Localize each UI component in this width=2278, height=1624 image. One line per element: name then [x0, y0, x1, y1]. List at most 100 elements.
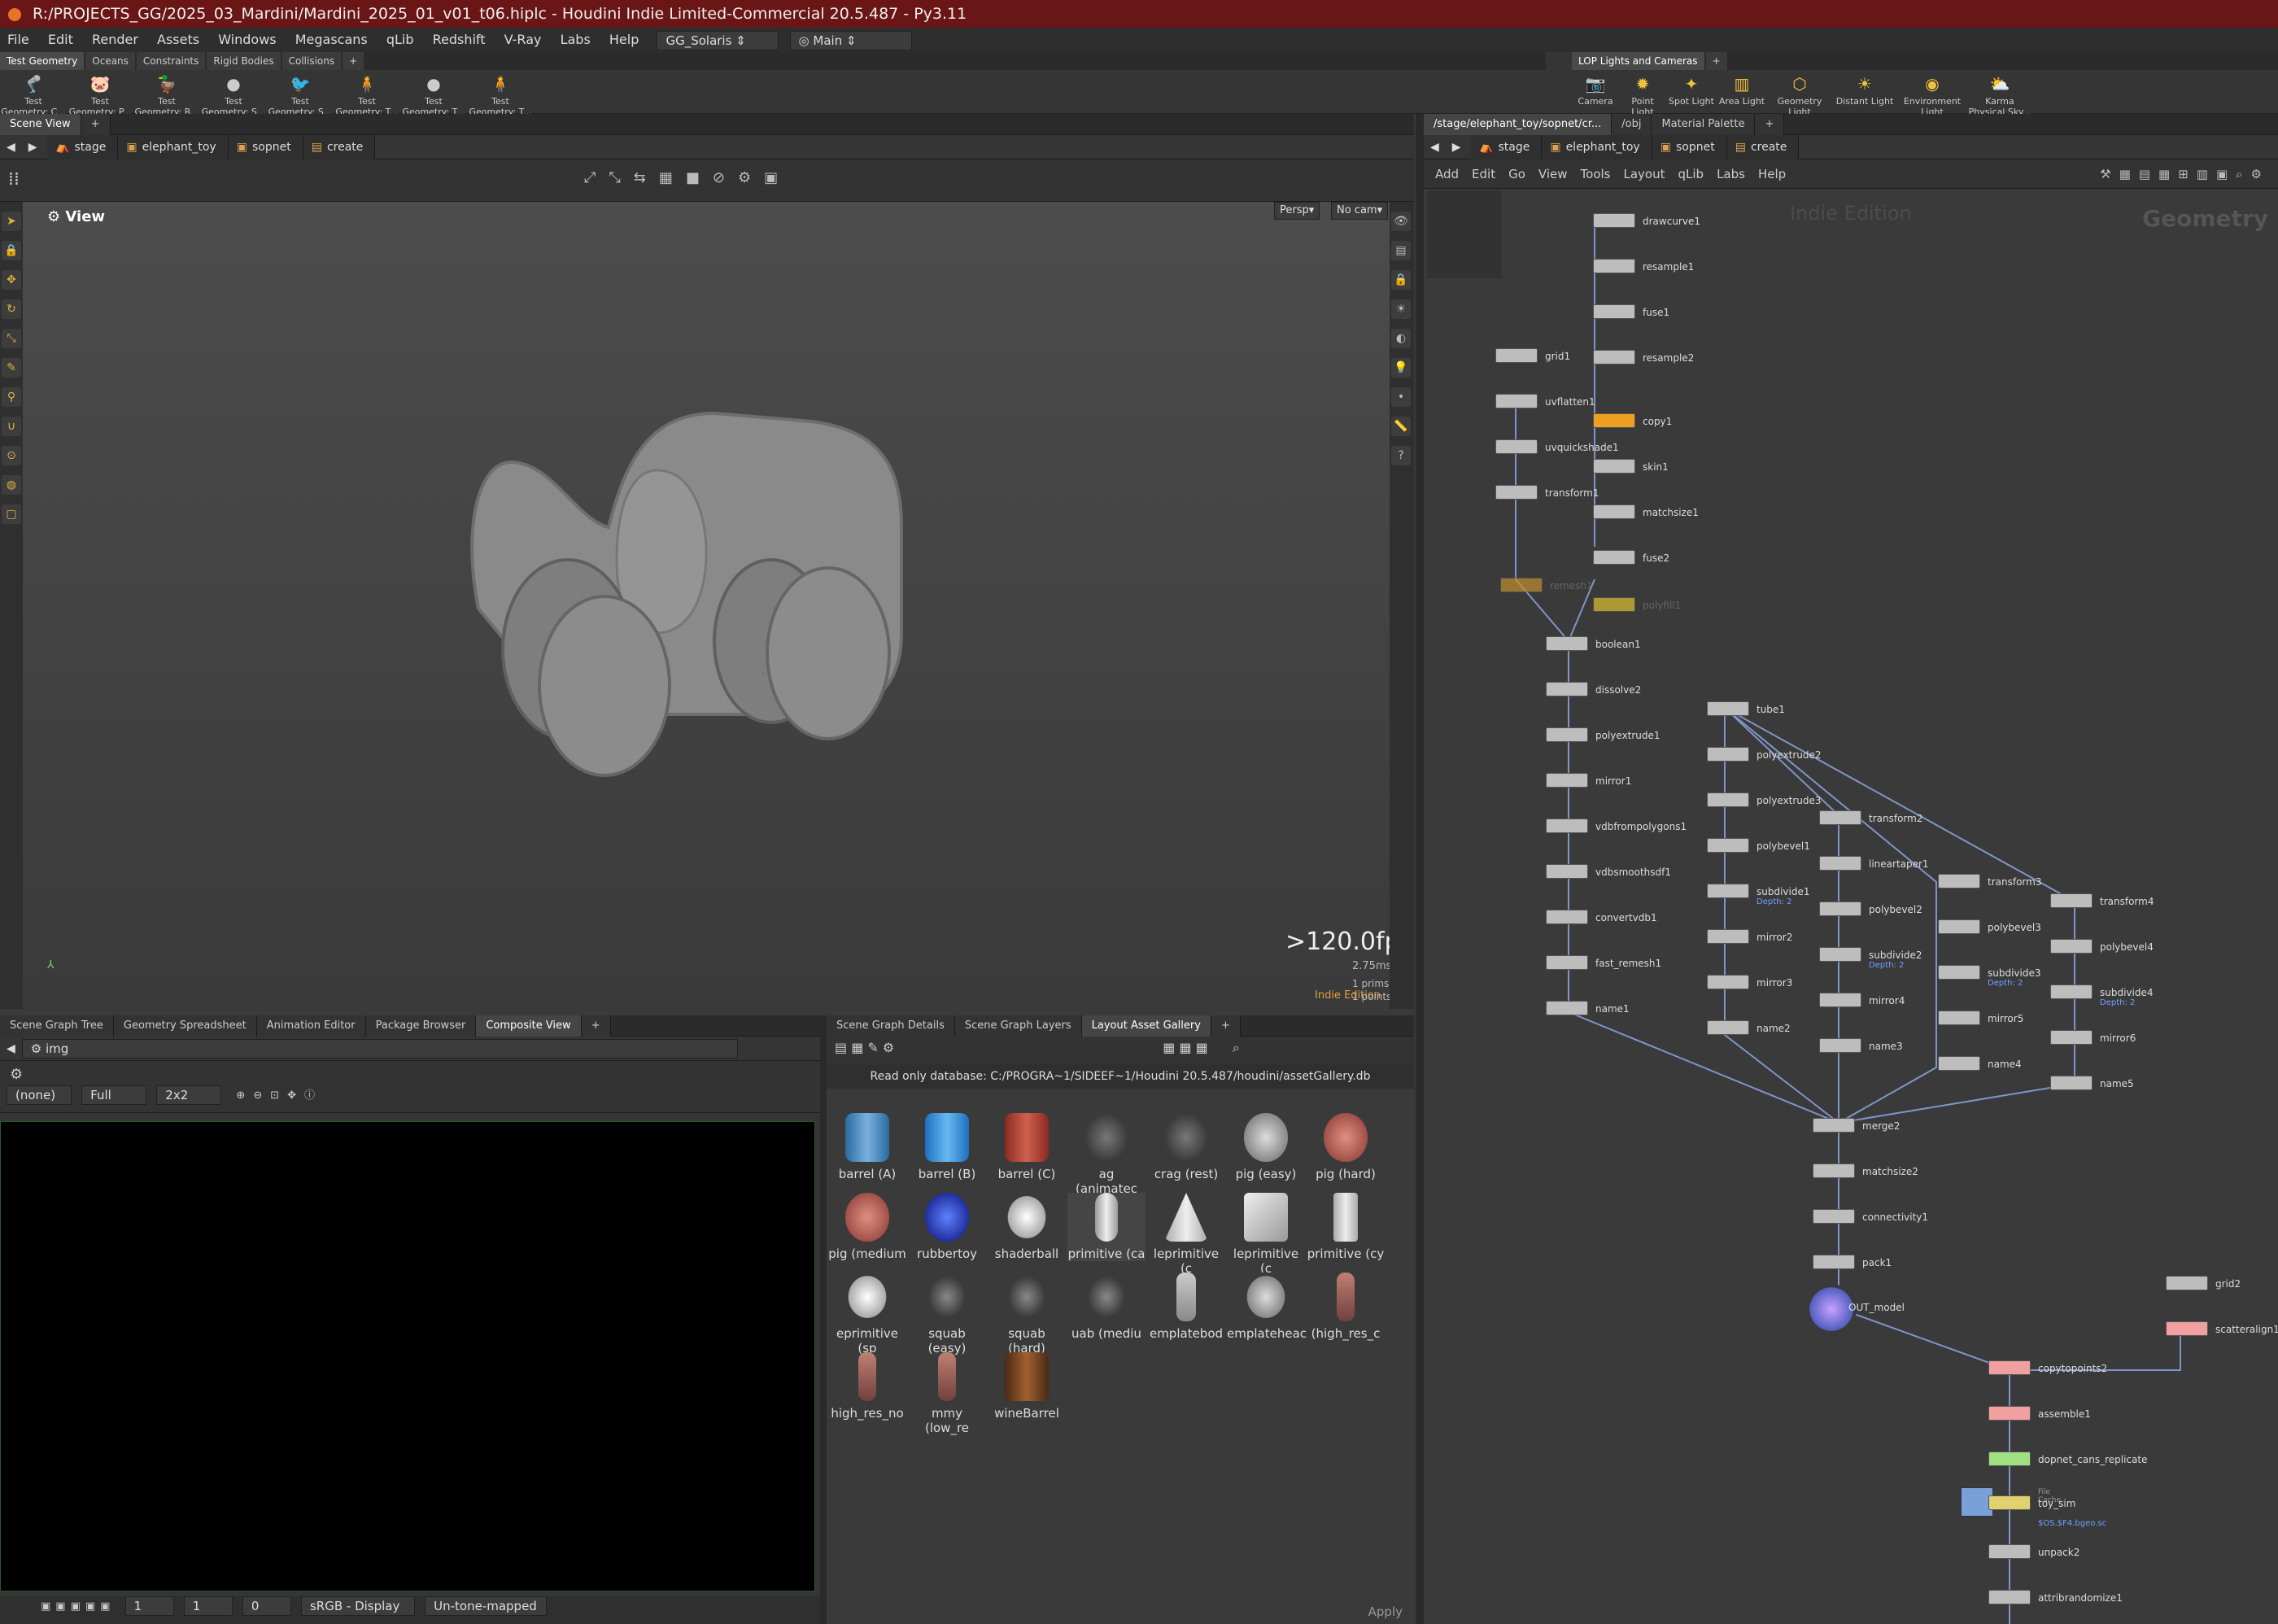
shelf-tool-area-light[interactable]: ▥ Area Light: [1717, 70, 1767, 107]
asset-item[interactable]: primitive (cy: [1307, 1193, 1385, 1261]
asset-item[interactable]: high_res_no: [828, 1352, 906, 1421]
node-polyextrude1[interactable]: polyextrude1: [1546, 727, 1660, 742]
node-polyfill1[interactable]: polyfill1: [1593, 597, 1681, 612]
scale-tool-icon[interactable]: ⤡: [2, 329, 21, 348]
asset-item[interactable]: barrel (C): [988, 1113, 1066, 1181]
shading-icon[interactable]: ◐: [1391, 329, 1411, 348]
tab-scene-graph-layers[interactable]: Scene Graph Layers: [954, 1015, 1082, 1037]
asset-item[interactable]: (high_res_c: [1307, 1273, 1385, 1341]
asset-item[interactable]: mmy (low_re: [908, 1352, 986, 1435]
node-transform1[interactable]: transform1: [1495, 485, 1599, 500]
node-mirror6[interactable]: mirror6: [2050, 1030, 2136, 1045]
shelf-tool[interactable]: ● Test Geometry: T...: [400, 70, 467, 117]
context-select[interactable]: ◎ Main ⇕: [789, 30, 912, 50]
lock-camera-icon[interactable]: 🔒: [1391, 270, 1411, 290]
net-menu-view[interactable]: View: [1532, 167, 1574, 181]
gear-icon[interactable]: ⚙: [0, 1061, 33, 1088]
node-subdivide1[interactable]: subdivide1 Depth: 2: [1707, 884, 1810, 906]
shelf-tool-environment-light[interactable]: ◉ Environment Light: [1897, 70, 1967, 117]
node-attribrandomize1[interactable]: attribrandomize1: [1988, 1590, 2123, 1604]
net-menu-edit[interactable]: Edit: [1465, 167, 1502, 181]
render-region-icon[interactable]: ▢: [2, 504, 21, 524]
breadcrumb-sopnet[interactable]: ▣ sopnet: [228, 135, 303, 159]
net-menu-go[interactable]: Go: [1502, 167, 1532, 181]
shelf-tool-geometry-light[interactable]: ⬡ Geometry Light: [1767, 70, 1832, 117]
tab-package-browser[interactable]: Package Browser: [365, 1015, 477, 1037]
node-matchsize2[interactable]: matchsize2: [1813, 1163, 1918, 1178]
node-mirror1[interactable]: mirror1: [1546, 773, 1631, 788]
back-arrow-icon[interactable]: ◀: [0, 1042, 22, 1055]
node-resample2[interactable]: resample2: [1593, 350, 1694, 365]
node-mirror3[interactable]: mirror3: [1707, 975, 1792, 989]
display-options-icon[interactable]: ▤: [1391, 241, 1411, 260]
eye-icon[interactable]: 👁: [1391, 212, 1411, 231]
apply-button[interactable]: Apply: [1368, 1604, 1403, 1619]
net-breadcrumb-stage[interactable]: ⛺ stage: [1471, 135, 1543, 159]
view-mode-icons[interactable]: ▦ ▦ ▦: [1163, 1040, 1208, 1055]
node-resample1[interactable]: resample1: [1593, 259, 1694, 273]
node-toy-sim[interactable]: File Cache toy_sim $OS.$F4.bgeo.sc: [1988, 1488, 2106, 1528]
menu-file[interactable]: File: [0, 32, 37, 47]
tab-obj[interactable]: /obj: [1612, 114, 1652, 135]
net-menu-add[interactable]: Add: [1429, 167, 1465, 181]
shelf-tool-karma-sky[interactable]: ⛅ Karma Physical Sky...: [1967, 70, 2032, 117]
frame-field[interactable]: 1: [124, 1596, 174, 1616]
lock-icon[interactable]: 🔒: [2, 241, 21, 260]
net-menu-labs[interactable]: Labs: [1710, 167, 1752, 181]
tab-scene-graph-details[interactable]: Scene Graph Details: [827, 1015, 955, 1037]
node-drawcurve1[interactable]: drawcurve1: [1593, 213, 1700, 228]
asset-item[interactable]: wineBarrel: [988, 1352, 1066, 1421]
node-name5[interactable]: name5: [2050, 1076, 2134, 1090]
node-dopnet-cans-replicate[interactable]: dopnet_cans_replicate: [1988, 1452, 2147, 1466]
select-tool-icon[interactable]: ➤: [2, 212, 21, 231]
net-menu-tools[interactable]: Tools: [1574, 167, 1617, 181]
menu-qlib[interactable]: qLib: [379, 32, 421, 47]
node-mirror2[interactable]: mirror2: [1707, 929, 1792, 944]
shelf-tool-point-light[interactable]: ✹ Point Light: [1619, 70, 1666, 117]
node-lineartaper1[interactable]: lineartaper1: [1819, 856, 1929, 871]
node-subdivide4[interactable]: subdivide4 Depth: 2: [2050, 984, 2154, 1007]
forward-arrow-icon[interactable]: ▶: [22, 141, 44, 154]
shelf-tab-oceans[interactable]: Oceans: [85, 52, 135, 70]
node-pack1[interactable]: pack1: [1813, 1255, 1892, 1269]
node-polybevel3[interactable]: polybevel3: [1938, 919, 2041, 934]
add-shelf-tab-button[interactable]: +: [343, 52, 364, 70]
net-breadcrumb-create[interactable]: ▤ create: [1726, 135, 1800, 159]
node-polybevel4[interactable]: polybevel4: [2050, 939, 2154, 954]
net-menu-layout[interactable]: Layout: [1617, 167, 1671, 181]
node-uvflatten1[interactable]: uvflatten1: [1495, 394, 1595, 408]
breadcrumb-elephant-toy[interactable]: ▣ elephant_toy: [118, 135, 229, 159]
back-arrow-icon[interactable]: ◀: [0, 141, 22, 154]
tab-animation-editor[interactable]: Animation Editor: [256, 1015, 366, 1037]
asset-item[interactable]: pig (medium: [828, 1193, 906, 1261]
asset-item[interactable]: primitive (ca: [1067, 1193, 1146, 1261]
asset-tool-icons[interactable]: ▤ ▦ ✎ ⚙: [835, 1040, 894, 1055]
network-view-icons[interactable]: ⚒▦▤▦⊞▥▣⌕⚙: [2100, 159, 2270, 189]
pane-divider[interactable]: [820, 1015, 827, 1624]
plane-select[interactable]: (none): [7, 1085, 72, 1105]
back-arrow-icon[interactable]: ◀: [1424, 141, 1446, 154]
handle-tool-icon[interactable]: ✥: [2, 270, 21, 290]
exposure-field[interactable]: 1: [183, 1596, 233, 1616]
node-subdivide3[interactable]: subdivide3 Depth: 2: [1938, 965, 2041, 988]
asset-item[interactable]: uab (mediu: [1067, 1273, 1146, 1341]
lighting-icon[interactable]: ☀: [1391, 299, 1411, 319]
node-mirror5[interactable]: mirror5: [1938, 1011, 2023, 1025]
add-shelf-tab-button[interactable]: +: [1705, 52, 1727, 70]
asset-item[interactable]: crag (rest): [1147, 1113, 1225, 1181]
asset-item[interactable]: emplateheac: [1227, 1273, 1307, 1341]
tab-composite-view[interactable]: Composite View: [476, 1015, 582, 1037]
pose-tool-icon[interactable]: ⚲: [2, 387, 21, 407]
shelf-tab-test-geometry[interactable]: Test Geometry: [0, 52, 85, 70]
asset-item[interactable]: leprimitive (c: [1147, 1193, 1225, 1276]
img-path-field[interactable]: ⚙ img: [21, 1039, 738, 1059]
node-copy1[interactable]: copy1: [1593, 413, 1672, 428]
node-subdivide2[interactable]: subdivide2 Depth: 2: [1819, 947, 1922, 970]
shelf-tool[interactable]: ● Test Geometry: S...: [200, 70, 267, 117]
menu-redshift[interactable]: Redshift: [425, 32, 493, 47]
tonemap-select[interactable]: Un-tone-mapped: [425, 1596, 548, 1616]
light-bulb-icon[interactable]: 💡: [1391, 358, 1411, 378]
asset-item[interactable]: shaderball: [988, 1193, 1066, 1261]
asset-item[interactable]: eprimitive (sp: [828, 1273, 906, 1356]
node-mirror4[interactable]: mirror4: [1819, 993, 1905, 1007]
